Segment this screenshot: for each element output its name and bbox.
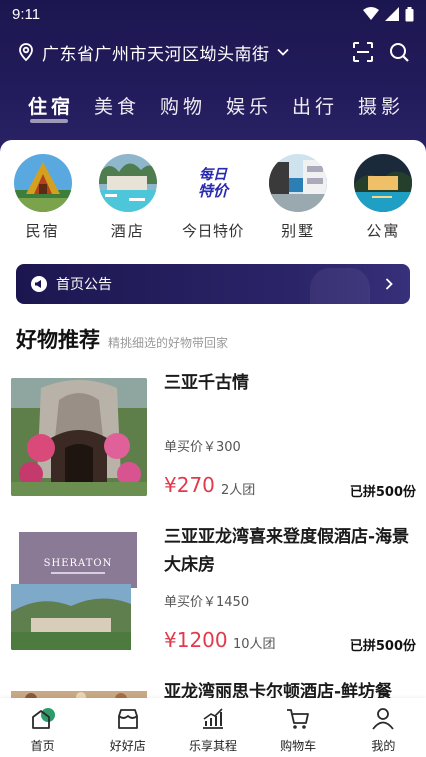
quick-item-apartment[interactable]: 公寓 <box>341 154 426 241</box>
tab-shopping[interactable]: 购物 <box>160 92 226 119</box>
product-single-price: 单买价￥300 <box>164 440 241 455</box>
nav-enjoy-label: 乐享其程 <box>188 739 237 753</box>
quick-label-apartment: 公寓 <box>366 222 401 240</box>
nav-profile[interactable]: 我的 <box>341 698 426 757</box>
status-icons <box>363 6 414 22</box>
product-brand-text: SHERATON <box>44 558 113 569</box>
status-time: 9:11 <box>12 5 41 23</box>
product-title: 三亚千古情 <box>164 373 249 393</box>
product-image <box>11 378 147 496</box>
tab-food[interactable]: 美食 <box>94 92 160 119</box>
quick-item-villa[interactable]: 别墅 <box>256 154 341 241</box>
quick-label-daily-deal: 今日特价 <box>181 222 244 240</box>
quick-item-hotel[interactable]: 酒店 <box>85 154 170 241</box>
product-sold-count: 已拼500份 <box>349 639 416 654</box>
location-pin-icon[interactable] <box>16 42 36 62</box>
homestay-image <box>13 154 72 212</box>
nav-cart[interactable]: 购物车 <box>256 698 341 757</box>
wifi-icon <box>363 7 379 20</box>
nav-home[interactable]: 首页 <box>0 698 85 757</box>
nav-profile-label: 我的 <box>371 739 396 753</box>
section-header: 好物推荐 精挑细选的好物带回家 <box>16 324 228 354</box>
quick-item-homestay[interactable]: 民宿 <box>0 154 85 241</box>
header-actions <box>352 41 410 63</box>
signal-icon <box>385 7 399 21</box>
product-group-size: 10人团 <box>233 637 276 652</box>
nav-store[interactable]: 好好店 <box>85 698 170 757</box>
megaphone-icon <box>31 276 47 292</box>
chevron-down-icon[interactable] <box>276 45 290 59</box>
nav-enjoy[interactable]: 乐享其程 <box>170 698 255 757</box>
quick-label-villa: 别墅 <box>281 222 316 240</box>
product-image: SHERATON <box>11 532 147 650</box>
tab-photography[interactable]: 摄影 <box>358 92 424 119</box>
home-icon <box>31 708 55 729</box>
quick-label-hotel: 酒店 <box>110 222 145 240</box>
nav-store-label: 好好店 <box>109 739 146 753</box>
battery-icon <box>405 6 414 21</box>
scan-icon[interactable] <box>352 41 374 63</box>
tab-lodging[interactable]: 住宿 <box>28 92 94 123</box>
cart-icon <box>287 709 310 729</box>
search-icon[interactable] <box>388 41 410 63</box>
product-group-size: 2人团 <box>221 483 256 498</box>
hotel-image <box>98 154 157 212</box>
section-subtitle: 精挑细选的好物带回家 <box>108 336 229 350</box>
chart-icon <box>202 708 223 729</box>
apartment-image <box>354 154 413 212</box>
bottom-navigation: 首页 好好店 乐享其程 购物车 我的 <box>0 698 426 757</box>
daily-deal-badge-line2: 特价 <box>197 182 228 200</box>
location-text[interactable]: 广东省广州市天河区坳头南街 <box>42 40 270 65</box>
tab-travel[interactable]: 出行 <box>292 92 358 119</box>
nav-cart-label: 购物车 <box>280 739 317 753</box>
store-icon <box>117 709 138 729</box>
announcement-banner[interactable]: 首页公告 <box>16 264 410 304</box>
daily-deal-badge: 每日 特价 <box>183 154 242 212</box>
nav-home-label: 首页 <box>30 739 55 753</box>
chevron-right-icon[interactable] <box>382 277 396 291</box>
user-icon <box>372 708 395 730</box>
product-title: 三亚亚龙湾喜来登度假酒店-海景大床房 <box>164 527 410 575</box>
product-sold-count: 已拼500份 <box>349 485 416 500</box>
announcement-label: 首页公告 <box>56 277 112 293</box>
quick-label-homestay: 民宿 <box>25 222 60 240</box>
tab-entertainment[interactable]: 娱乐 <box>226 92 292 119</box>
status-bar: 9:11 <box>0 0 426 28</box>
category-tabs: 住宿 美食 购物 娱乐 出行 摄影 <box>28 92 424 123</box>
daily-deal-badge-line1: 每日 <box>198 167 227 183</box>
product-group-price: ¥1200 <box>164 628 228 652</box>
quick-category-icons: 民宿 酒店 每日 特价 今日特价 别墅 公寓 <box>0 154 426 241</box>
section-title: 好物推荐 <box>16 328 100 352</box>
announcement-decoration <box>310 268 370 304</box>
quick-item-daily-deal[interactable]: 每日 特价 今日特价 <box>170 154 255 241</box>
location-row: 广东省广州市天河区坳头南街 <box>16 38 410 66</box>
villa-image <box>269 154 328 212</box>
product-group-price: ¥270 <box>164 473 215 497</box>
product-single-price: 单买价￥1450 <box>164 595 250 610</box>
